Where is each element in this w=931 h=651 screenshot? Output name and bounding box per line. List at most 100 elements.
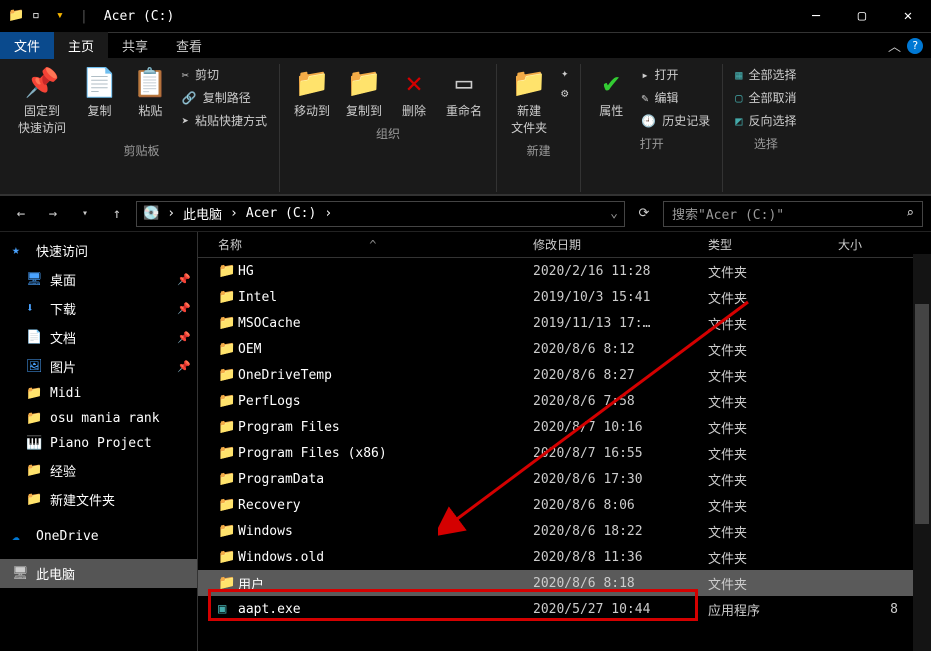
folder-icon xyxy=(218,289,238,305)
group-label-clipboard: 剪贴板 xyxy=(124,138,160,161)
col-size[interactable]: 大小 xyxy=(838,236,898,253)
table-row[interactable]: Program Files (x86)2020/8/7 16:55文件夹 xyxy=(198,440,931,466)
help-icon[interactable]: ? xyxy=(907,38,923,54)
sidebar-item-thispc[interactable]: 🖥此电脑 xyxy=(0,559,197,588)
file-type: 文件夹 xyxy=(708,418,838,437)
sidebar-item-documents[interactable]: 📄文档📌 xyxy=(0,323,197,352)
ribbon: 📌 固定到 快速访问 📄 复制 📋 粘贴 ✂剪切 🔗复制路径 ➤粘贴快捷方式 剪… xyxy=(0,58,931,196)
tab-file[interactable]: 文件 xyxy=(0,32,54,59)
table-row[interactable]: Recovery2020/8/6 8:06文件夹 xyxy=(198,492,931,518)
file-name: Windows xyxy=(238,524,533,539)
table-row[interactable]: Windows.old2020/8/8 11:36文件夹 xyxy=(198,544,931,570)
file-type: 文件夹 xyxy=(708,522,838,541)
delete-button[interactable]: ✕删除 xyxy=(392,64,436,121)
sidebar-item-pictures[interactable]: 🖼图片📌 xyxy=(0,352,197,381)
folder-icon xyxy=(218,315,238,331)
sidebar-item-piano[interactable]: 🎹Piano Project xyxy=(0,431,197,456)
tab-share[interactable]: 共享 xyxy=(108,32,162,59)
sidebar-item-midi[interactable]: Midi xyxy=(0,381,197,406)
file-date: 2020/8/8 11:36 xyxy=(533,550,708,565)
maximize-button[interactable] xyxy=(839,0,885,32)
pin-icon: 📌 xyxy=(177,302,191,315)
sidebar-item-quickaccess[interactable]: ★快速访问 xyxy=(0,236,197,265)
sidebar: ★快速访问 🖥桌面📌 ⬇下载📌 📄文档📌 🖼图片📌 Midi osu mania… xyxy=(0,232,198,651)
recent-button[interactable]: ▾ xyxy=(72,201,98,227)
table-row[interactable]: Intel2019/10/3 15:41文件夹 xyxy=(198,284,931,310)
copyto-button[interactable]: 📁复制到 xyxy=(340,64,388,121)
qat-dropdown-icon[interactable]: ▾ xyxy=(56,8,72,24)
back-button[interactable]: ← xyxy=(8,201,34,227)
scrollbar-thumb[interactable] xyxy=(915,304,929,524)
file-rows: HG2020/2/16 11:28文件夹Intel2019/10/3 15:41… xyxy=(198,258,931,651)
copypath-button[interactable]: 🔗复制路径 xyxy=(178,87,271,108)
drive-icon: 💽 xyxy=(143,206,159,221)
folder-icon xyxy=(26,463,42,478)
chevron-right-icon[interactable]: › xyxy=(228,206,240,221)
pasteshortcut-button[interactable]: ➤粘贴快捷方式 xyxy=(178,110,271,131)
forward-button[interactable]: → xyxy=(40,201,66,227)
minimize-button[interactable] xyxy=(793,0,839,32)
history-button[interactable]: 🕘历史记录 xyxy=(637,110,714,131)
sidebar-item-osumania[interactable]: osu mania rank xyxy=(0,406,197,431)
easyaccess-button[interactable]: ⚙ xyxy=(557,84,572,102)
table-row[interactable]: MSOCache2019/11/13 17:…文件夹 xyxy=(198,310,931,336)
sidebar-item-newfolder[interactable]: 新建文件夹 xyxy=(0,485,197,514)
shortcut-icon: ➤ xyxy=(182,114,189,128)
search-input[interactable]: 搜索"Acer (C:)" ⌕ xyxy=(663,201,923,227)
close-button[interactable] xyxy=(885,0,931,32)
tab-home[interactable]: 主页 xyxy=(54,32,108,59)
table-row[interactable]: aapt.exe2020/5/27 10:44应用程序8 xyxy=(198,596,931,622)
sidebar-item-onedrive[interactable]: ☁OneDrive xyxy=(0,524,197,549)
breadcrumb[interactable]: 💽 › 此电脑 › Acer (C:) › ⌄ xyxy=(136,201,625,227)
folder-icon xyxy=(218,263,238,279)
refresh-button[interactable]: ⟳ xyxy=(631,201,657,227)
file-type: 文件夹 xyxy=(708,288,838,307)
pc-icon: 🖥 xyxy=(12,566,28,581)
group-label-select: 选择 xyxy=(754,131,778,154)
rename-button[interactable]: ▭重命名 xyxy=(440,64,488,121)
breadcrumb-root[interactable]: 此电脑 xyxy=(183,204,222,223)
selectnone-button[interactable]: ▢全部取消 xyxy=(731,87,800,108)
properties-button[interactable]: ✔属性 xyxy=(589,64,633,121)
cut-button[interactable]: ✂剪切 xyxy=(178,64,271,85)
sidebar-item-desktop[interactable]: 🖥桌面📌 xyxy=(0,265,197,294)
table-row[interactable]: OEM2020/8/6 8:12文件夹 xyxy=(198,336,931,362)
invertselect-button[interactable]: ◩反向选择 xyxy=(731,110,800,131)
col-name[interactable]: 名称 ^ xyxy=(218,236,533,253)
table-row[interactable]: OneDriveTemp2020/8/6 8:27文件夹 xyxy=(198,362,931,388)
breadcrumb-current[interactable]: Acer (C:) xyxy=(246,206,316,221)
breadcrumb-dropdown-icon[interactable]: ⌄ xyxy=(610,206,618,221)
pin-button[interactable]: 📌 固定到 快速访问 xyxy=(12,64,72,138)
up-button[interactable]: ↑ xyxy=(104,201,130,227)
ribbon-group-open: ✔属性 ▸打开 ✎编辑 🕘历史记录 打开 xyxy=(581,64,723,192)
folder-icon xyxy=(26,411,42,426)
folder-icon xyxy=(218,367,238,383)
chevron-up-icon[interactable]: ︿ xyxy=(888,36,901,55)
chevron-right-icon[interactable]: › xyxy=(165,206,177,221)
paste-button[interactable]: 📋 粘贴 xyxy=(127,64,174,121)
file-date: 2020/8/6 18:22 xyxy=(533,524,708,539)
col-date[interactable]: 修改日期 xyxy=(533,236,708,253)
table-row[interactable]: Windows2020/8/6 18:22文件夹 xyxy=(198,518,931,544)
table-row[interactable]: PerfLogs2020/8/6 7:58文件夹 xyxy=(198,388,931,414)
open-button[interactable]: ▸打开 xyxy=(637,64,714,85)
selectall-button[interactable]: ▦全部选择 xyxy=(731,64,800,85)
table-row[interactable]: 用户2020/8/6 8:18文件夹 xyxy=(198,570,931,596)
tab-view[interactable]: 查看 xyxy=(162,32,216,59)
save-qat-icon[interactable]: ▫ xyxy=(32,8,48,24)
chevron-right-icon[interactable]: › xyxy=(322,206,334,221)
scrollbar-vertical[interactable] xyxy=(913,254,931,651)
table-row[interactable]: Program Files2020/8/7 10:16文件夹 xyxy=(198,414,931,440)
sidebar-item-jingyan[interactable]: 经验 xyxy=(0,456,197,485)
col-type[interactable]: 类型 xyxy=(708,236,838,253)
sidebar-item-downloads[interactable]: ⬇下载📌 xyxy=(0,294,197,323)
newfolder-button[interactable]: 📁新建 文件夹 xyxy=(505,64,553,138)
copy-button[interactable]: 📄 复制 xyxy=(76,64,123,121)
edit-button[interactable]: ✎编辑 xyxy=(637,87,714,108)
file-type: 文件夹 xyxy=(708,392,838,411)
table-row[interactable]: HG2020/2/16 11:28文件夹 xyxy=(198,258,931,284)
table-row[interactable]: ProgramData2020/8/6 17:30文件夹 xyxy=(198,466,931,492)
newitem-button[interactable]: ✦ xyxy=(557,64,572,82)
file-name: 用户 xyxy=(238,574,533,593)
moveto-button[interactable]: 📁移动到 xyxy=(288,64,336,121)
